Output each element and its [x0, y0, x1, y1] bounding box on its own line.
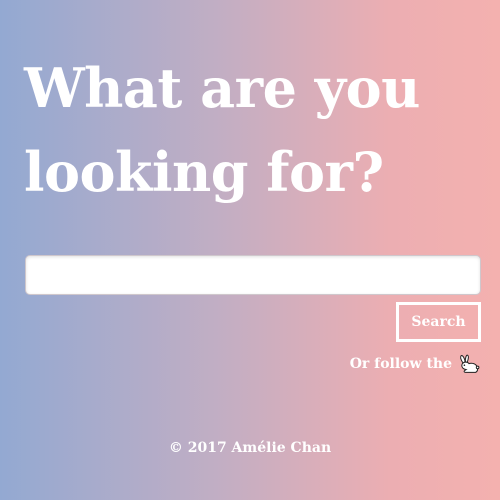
rabbit-icon [460, 354, 480, 373]
heading-line-2: looking for? [24, 140, 384, 204]
search-button[interactable]: Search [396, 302, 481, 342]
search-input[interactable] [25, 255, 481, 295]
page-heading: What are you looking for? [24, 46, 484, 214]
white-rabbit-link[interactable] [458, 354, 480, 374]
follow-text: Or follow the [349, 356, 452, 372]
heading-line-1: What are you [24, 56, 420, 120]
follow-prompt: Or follow the [350, 353, 480, 375]
footer-copyright: © 2017 Amélie Chan [168, 440, 332, 456]
